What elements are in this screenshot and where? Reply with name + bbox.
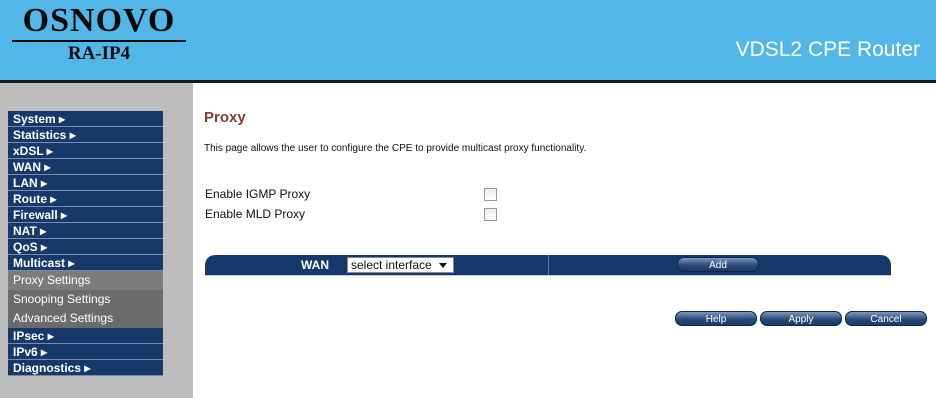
mld-proxy-checkbox[interactable] <box>484 208 497 221</box>
igmp-proxy-checkbox[interactable] <box>484 188 497 201</box>
sidebar-item-statistics[interactable]: Statistics ▸ <box>8 127 163 143</box>
igmp-proxy-label: Enable IGMP Proxy <box>205 187 311 201</box>
page-title: Proxy <box>204 109 246 126</box>
main-content: Proxy This page allows the user to confi… <box>193 83 936 398</box>
page-description: This page allows the user to configure t… <box>204 143 587 154</box>
sidebar-nav: System ▸ Statistics ▸ xDSL ▸ WAN ▸ LAN ▸… <box>8 111 163 376</box>
sidebar-item-xdsl[interactable]: xDSL ▸ <box>8 143 163 159</box>
logo-underline <box>12 40 186 42</box>
sidebar: System ▸ Statistics ▸ xDSL ▸ WAN ▸ LAN ▸… <box>0 83 193 398</box>
sidebar-item-ipv6[interactable]: IPv6 ▸ <box>8 344 163 360</box>
cancel-button[interactable]: Cancel <box>845 311 927 326</box>
product-title: VDSL2 CPE Router <box>735 38 920 61</box>
sidebar-item-nat[interactable]: NAT ▸ <box>8 223 163 239</box>
wan-interface-bar: WAN select interface Add <box>205 255 891 275</box>
wan-select-value: select interface <box>351 258 432 272</box>
apply-button[interactable]: Apply <box>760 311 842 326</box>
sidebar-item-route[interactable]: Route ▸ <box>8 191 163 207</box>
help-button[interactable]: Help <box>675 311 757 326</box>
wan-bar-underline <box>205 275 891 276</box>
wan-bar-divider <box>548 255 549 275</box>
sidebar-item-diagnostics[interactable]: Diagnostics ▸ <box>8 360 163 376</box>
mld-proxy-label: Enable MLD Proxy <box>205 207 306 221</box>
sidebar-item-qos[interactable]: QoS ▸ <box>8 239 163 255</box>
sidebar-item-lan[interactable]: LAN ▸ <box>8 175 163 191</box>
sidebar-item-multicast[interactable]: Multicast ▸ <box>8 255 163 271</box>
chevron-down-icon <box>439 263 447 268</box>
sidebar-item-wan[interactable]: WAN ▸ <box>8 159 163 175</box>
submenu-item-snooping-settings[interactable]: Snooping Settings <box>8 290 163 309</box>
add-button[interactable]: Add <box>677 257 759 272</box>
submenu-item-advanced-settings[interactable]: Advanced Settings <box>8 309 163 328</box>
brand-logo: OSNOVO RA-IP4 <box>6 4 192 65</box>
submenu-item-proxy-settings[interactable]: Proxy Settings <box>8 271 163 290</box>
sidebar-item-firewall[interactable]: Firewall ▸ <box>8 207 163 223</box>
wan-label: WAN <box>301 258 329 272</box>
sidebar-item-ipsec[interactable]: IPsec ▸ <box>8 328 163 344</box>
sidebar-item-system[interactable]: System ▸ <box>8 111 163 127</box>
logo-brand-text: OSNOVO <box>22 2 176 39</box>
wan-interface-select[interactable]: select interface <box>347 257 454 273</box>
logo-model-text: RA-IP4 <box>67 43 131 64</box>
header-banner: OSNOVO RA-IP4 VDSL2 CPE Router <box>0 0 936 80</box>
